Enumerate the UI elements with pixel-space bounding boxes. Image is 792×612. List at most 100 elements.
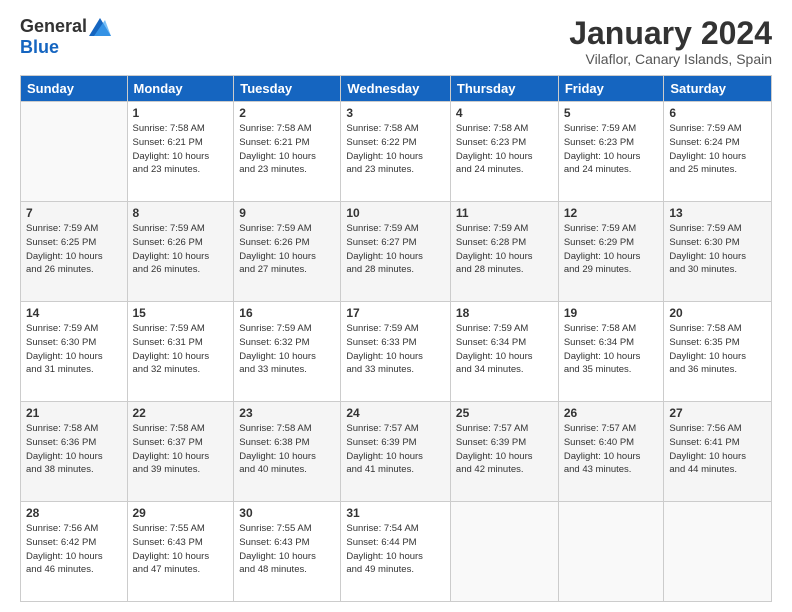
day-detail: Sunrise: 7:58 AM Sunset: 6:37 PM Dayligh…: [133, 422, 229, 477]
day-number: 16: [239, 306, 335, 320]
calendar-cell: [450, 502, 558, 602]
day-number: 11: [456, 206, 553, 220]
day-number: 10: [346, 206, 445, 220]
calendar-table: SundayMondayTuesdayWednesdayThursdayFrid…: [20, 75, 772, 602]
page: General Blue January 2024 Vilaflor, Cana…: [0, 0, 792, 612]
logo-icon: [89, 18, 111, 36]
header: General Blue January 2024 Vilaflor, Cana…: [20, 16, 772, 67]
day-number: 17: [346, 306, 445, 320]
day-detail: Sunrise: 7:55 AM Sunset: 6:43 PM Dayligh…: [239, 522, 335, 577]
calendar-week-row: 28 Sunrise: 7:56 AM Sunset: 6:42 PM Dayli…: [21, 502, 772, 602]
day-number: 15: [133, 306, 229, 320]
calendar-cell: 20 Sunrise: 7:58 AM Sunset: 6:35 PM Dayli…: [664, 302, 772, 402]
day-number: 28: [26, 506, 122, 520]
calendar-cell: 2 Sunrise: 7:58 AM Sunset: 6:21 PM Daylig…: [234, 102, 341, 202]
logo-blue-text: Blue: [20, 37, 59, 58]
day-detail: Sunrise: 7:58 AM Sunset: 6:35 PM Dayligh…: [669, 322, 766, 377]
day-number: 31: [346, 506, 445, 520]
calendar-cell: 18 Sunrise: 7:59 AM Sunset: 6:34 PM Dayli…: [450, 302, 558, 402]
day-number: 9: [239, 206, 335, 220]
day-detail: Sunrise: 7:59 AM Sunset: 6:26 PM Dayligh…: [239, 222, 335, 277]
calendar-cell: 25Sunrise: 7:57 AM Sunset: 6:39 PM Dayli…: [450, 402, 558, 502]
calendar-cell: 5 Sunrise: 7:59 AM Sunset: 6:23 PM Daylig…: [558, 102, 664, 202]
calendar-cell: 15Sunrise: 7:59 AM Sunset: 6:31 PM Dayli…: [127, 302, 234, 402]
calendar-header-sunday: Sunday: [21, 76, 128, 102]
calendar-cell: 16 Sunrise: 7:59 AM Sunset: 6:32 PM Dayli…: [234, 302, 341, 402]
day-number: 19: [564, 306, 659, 320]
calendar-header-tuesday: Tuesday: [234, 76, 341, 102]
day-detail: Sunrise: 7:59 AM Sunset: 6:30 PM Dayligh…: [669, 222, 766, 277]
day-number: 8: [133, 206, 229, 220]
day-number: 18: [456, 306, 553, 320]
day-detail: Sunrise: 7:58 AM Sunset: 6:21 PM Dayligh…: [239, 122, 335, 177]
calendar-cell: 26Sunrise: 7:57 AM Sunset: 6:40 PM Dayli…: [558, 402, 664, 502]
logo: General Blue: [20, 16, 111, 58]
day-detail: Sunrise: 7:59 AM Sunset: 6:27 PM Dayligh…: [346, 222, 445, 277]
calendar-week-row: 7 Sunrise: 7:59 AM Sunset: 6:25 PM Daylig…: [21, 202, 772, 302]
calendar-cell: 12Sunrise: 7:59 AM Sunset: 6:29 PM Dayli…: [558, 202, 664, 302]
day-number: 27: [669, 406, 766, 420]
calendar-cell: 24Sunrise: 7:57 AM Sunset: 6:39 PM Dayli…: [341, 402, 451, 502]
calendar-cell: [664, 502, 772, 602]
day-detail: Sunrise: 7:59 AM Sunset: 6:34 PM Dayligh…: [456, 322, 553, 377]
day-number: 2: [239, 106, 335, 120]
day-number: 12: [564, 206, 659, 220]
day-number: 7: [26, 206, 122, 220]
day-detail: Sunrise: 7:58 AM Sunset: 6:36 PM Dayligh…: [26, 422, 122, 477]
calendar-cell: 10 Sunrise: 7:59 AM Sunset: 6:27 PM Dayli…: [341, 202, 451, 302]
day-number: 25: [456, 406, 553, 420]
day-number: 14: [26, 306, 122, 320]
calendar-cell: 4 Sunrise: 7:58 AM Sunset: 6:23 PM Daylig…: [450, 102, 558, 202]
calendar-cell: 3Sunrise: 7:58 AM Sunset: 6:22 PM Daylig…: [341, 102, 451, 202]
calendar-header-wednesday: Wednesday: [341, 76, 451, 102]
calendar-cell: 19 Sunrise: 7:58 AM Sunset: 6:34 PM Dayli…: [558, 302, 664, 402]
day-number: 24: [346, 406, 445, 420]
day-detail: Sunrise: 7:59 AM Sunset: 6:28 PM Dayligh…: [456, 222, 553, 277]
day-number: 20: [669, 306, 766, 320]
day-number: 6: [669, 106, 766, 120]
day-detail: Sunrise: 7:56 AM Sunset: 6:42 PM Dayligh…: [26, 522, 122, 577]
day-number: 22: [133, 406, 229, 420]
calendar-cell: 30Sunrise: 7:55 AM Sunset: 6:43 PM Dayli…: [234, 502, 341, 602]
day-detail: Sunrise: 7:57 AM Sunset: 6:40 PM Dayligh…: [564, 422, 659, 477]
day-number: 29: [133, 506, 229, 520]
calendar-cell: 21 Sunrise: 7:58 AM Sunset: 6:36 PM Dayli…: [21, 402, 128, 502]
calendar-header-thursday: Thursday: [450, 76, 558, 102]
day-detail: Sunrise: 7:58 AM Sunset: 6:23 PM Dayligh…: [456, 122, 553, 177]
month-year: January 2024: [569, 16, 772, 51]
day-number: 5: [564, 106, 659, 120]
calendar-cell: [21, 102, 128, 202]
day-detail: Sunrise: 7:59 AM Sunset: 6:24 PM Dayligh…: [669, 122, 766, 177]
calendar-cell: 8 Sunrise: 7:59 AM Sunset: 6:26 PM Daylig…: [127, 202, 234, 302]
calendar-header-friday: Friday: [558, 76, 664, 102]
calendar-cell: 28 Sunrise: 7:56 AM Sunset: 6:42 PM Dayli…: [21, 502, 128, 602]
day-detail: Sunrise: 7:59 AM Sunset: 6:30 PM Dayligh…: [26, 322, 122, 377]
calendar-cell: 29 Sunrise: 7:55 AM Sunset: 6:43 PM Dayli…: [127, 502, 234, 602]
day-number: 23: [239, 406, 335, 420]
day-detail: Sunrise: 7:58 AM Sunset: 6:22 PM Dayligh…: [346, 122, 445, 177]
day-detail: Sunrise: 7:59 AM Sunset: 6:23 PM Dayligh…: [564, 122, 659, 177]
calendar-cell: [558, 502, 664, 602]
day-detail: Sunrise: 7:56 AM Sunset: 6:41 PM Dayligh…: [669, 422, 766, 477]
calendar-cell: 31Sunrise: 7:54 AM Sunset: 6:44 PM Dayli…: [341, 502, 451, 602]
day-detail: Sunrise: 7:59 AM Sunset: 6:33 PM Dayligh…: [346, 322, 445, 377]
day-detail: Sunrise: 7:59 AM Sunset: 6:26 PM Dayligh…: [133, 222, 229, 277]
calendar-week-row: 14 Sunrise: 7:59 AM Sunset: 6:30 PM Dayli…: [21, 302, 772, 402]
day-detail: Sunrise: 7:59 AM Sunset: 6:32 PM Dayligh…: [239, 322, 335, 377]
calendar-cell: 11 Sunrise: 7:59 AM Sunset: 6:28 PM Dayli…: [450, 202, 558, 302]
day-detail: Sunrise: 7:59 AM Sunset: 6:25 PM Dayligh…: [26, 222, 122, 277]
calendar-cell: 6 Sunrise: 7:59 AM Sunset: 6:24 PM Daylig…: [664, 102, 772, 202]
calendar-header-monday: Monday: [127, 76, 234, 102]
calendar-header-saturday: Saturday: [664, 76, 772, 102]
calendar-cell: 9 Sunrise: 7:59 AM Sunset: 6:26 PM Daylig…: [234, 202, 341, 302]
day-number: 21: [26, 406, 122, 420]
day-detail: Sunrise: 7:55 AM Sunset: 6:43 PM Dayligh…: [133, 522, 229, 577]
title-block: January 2024 Vilaflor, Canary Islands, S…: [569, 16, 772, 67]
day-detail: Sunrise: 7:58 AM Sunset: 6:34 PM Dayligh…: [564, 322, 659, 377]
calendar-cell: 1Sunrise: 7:58 AM Sunset: 6:21 PM Daylig…: [127, 102, 234, 202]
calendar-week-row: 1Sunrise: 7:58 AM Sunset: 6:21 PM Daylig…: [21, 102, 772, 202]
calendar-cell: 23Sunrise: 7:58 AM Sunset: 6:38 PM Dayli…: [234, 402, 341, 502]
day-number: 4: [456, 106, 553, 120]
calendar-header-row: SundayMondayTuesdayWednesdayThursdayFrid…: [21, 76, 772, 102]
calendar-cell: 13Sunrise: 7:59 AM Sunset: 6:30 PM Dayli…: [664, 202, 772, 302]
